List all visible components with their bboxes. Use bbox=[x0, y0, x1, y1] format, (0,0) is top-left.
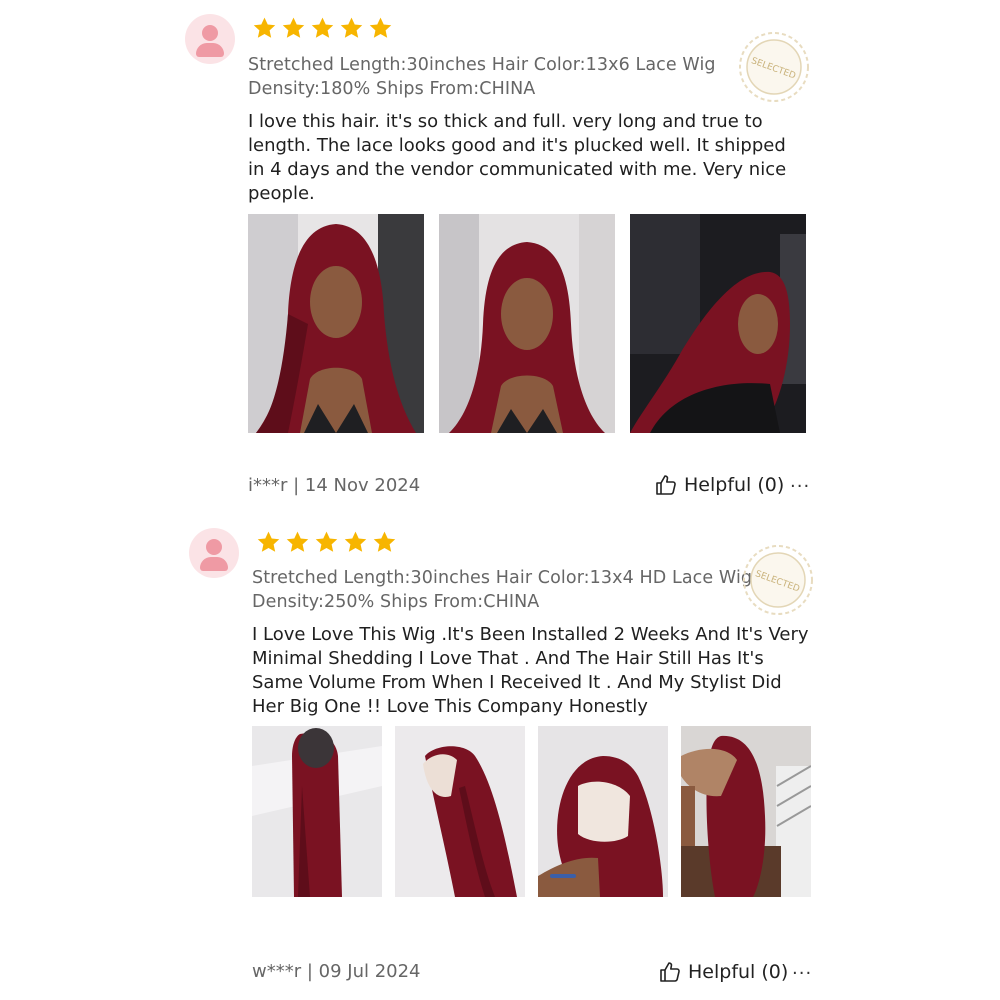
review-photo[interactable] bbox=[538, 726, 668, 897]
user-avatar-icon bbox=[189, 528, 239, 578]
specs-line: Density:180% Ships From:CHINA bbox=[248, 79, 536, 99]
star-icon bbox=[369, 17, 392, 38]
review-text-line: in 4 days and the vendor communicated wi… bbox=[248, 159, 787, 180]
reviewer-and-date: w***r | 09 Jul 2024 bbox=[252, 961, 421, 982]
specs-line: Stretched Length:30inches Hair Color:13x… bbox=[248, 55, 716, 75]
star-icon bbox=[253, 17, 276, 38]
review-photos bbox=[252, 726, 811, 897]
review-text-line: Same Volume From When I Received It . An… bbox=[252, 672, 782, 693]
review-photo[interactable] bbox=[439, 214, 615, 433]
review-text-line: I Love Love This Wig .It's Been Installe… bbox=[252, 624, 809, 645]
star-icon bbox=[286, 531, 309, 552]
review-photo[interactable] bbox=[248, 214, 424, 433]
review-card: Stretched Length:30inches Hair Color:13x… bbox=[0, 515, 1000, 1000]
star-rating bbox=[256, 530, 397, 556]
thumbs-up-icon bbox=[660, 962, 680, 982]
product-specs: Stretched Length:30inches Hair Color:13x… bbox=[248, 53, 716, 101]
selected-seal-icon: SELECTED bbox=[736, 29, 812, 105]
star-icon bbox=[315, 531, 338, 552]
more-icon[interactable]: ··· bbox=[790, 478, 810, 496]
star-icon bbox=[311, 17, 334, 38]
review-text: I love this hair. it's so thick and full… bbox=[248, 110, 786, 206]
review-photos bbox=[248, 214, 806, 433]
review-text-line: length. The lace looks good and it's plu… bbox=[248, 135, 786, 156]
review-text-line: people. bbox=[248, 183, 315, 204]
product-specs: Stretched Length:30inches Hair Color:13x… bbox=[252, 566, 752, 614]
review-text: I Love Love This Wig .It's Been Installe… bbox=[252, 623, 809, 719]
review-text-line: Her Big One !! Love This Company Honestl… bbox=[252, 696, 648, 717]
review-photo[interactable] bbox=[630, 214, 806, 433]
selected-seal-icon: SELECTED bbox=[740, 542, 816, 618]
star-icon bbox=[340, 17, 363, 38]
specs-line: Stretched Length:30inches Hair Color:13x… bbox=[252, 568, 753, 588]
review-photo[interactable] bbox=[252, 726, 382, 897]
review-text-line: Minimal Shedding I Love That . And The H… bbox=[252, 648, 764, 669]
review-photo[interactable] bbox=[395, 726, 525, 897]
helpful-button[interactable]: Helpful (0) bbox=[654, 473, 784, 497]
star-rating bbox=[252, 16, 393, 42]
reviewer-and-date: i***r | 14 Nov 2024 bbox=[248, 475, 421, 496]
user-avatar-icon bbox=[185, 14, 235, 64]
star-icon bbox=[282, 17, 305, 38]
helpful-button[interactable]: Helpful (0) bbox=[658, 960, 788, 984]
helpful-label: Helpful (0) bbox=[684, 474, 785, 496]
helpful-label: Helpful (0) bbox=[688, 961, 789, 983]
specs-line: Density:250% Ships From:CHINA bbox=[252, 592, 540, 612]
review-photo[interactable] bbox=[681, 726, 811, 897]
star-icon bbox=[373, 531, 396, 552]
review-text-line: I love this hair. it's so thick and full… bbox=[248, 111, 763, 132]
more-icon[interactable]: ··· bbox=[792, 965, 812, 983]
review-card: Stretched Length:30inches Hair Color:13x… bbox=[0, 0, 1000, 510]
star-icon bbox=[257, 531, 280, 552]
thumbs-up-icon bbox=[656, 475, 676, 495]
star-icon bbox=[344, 531, 367, 552]
